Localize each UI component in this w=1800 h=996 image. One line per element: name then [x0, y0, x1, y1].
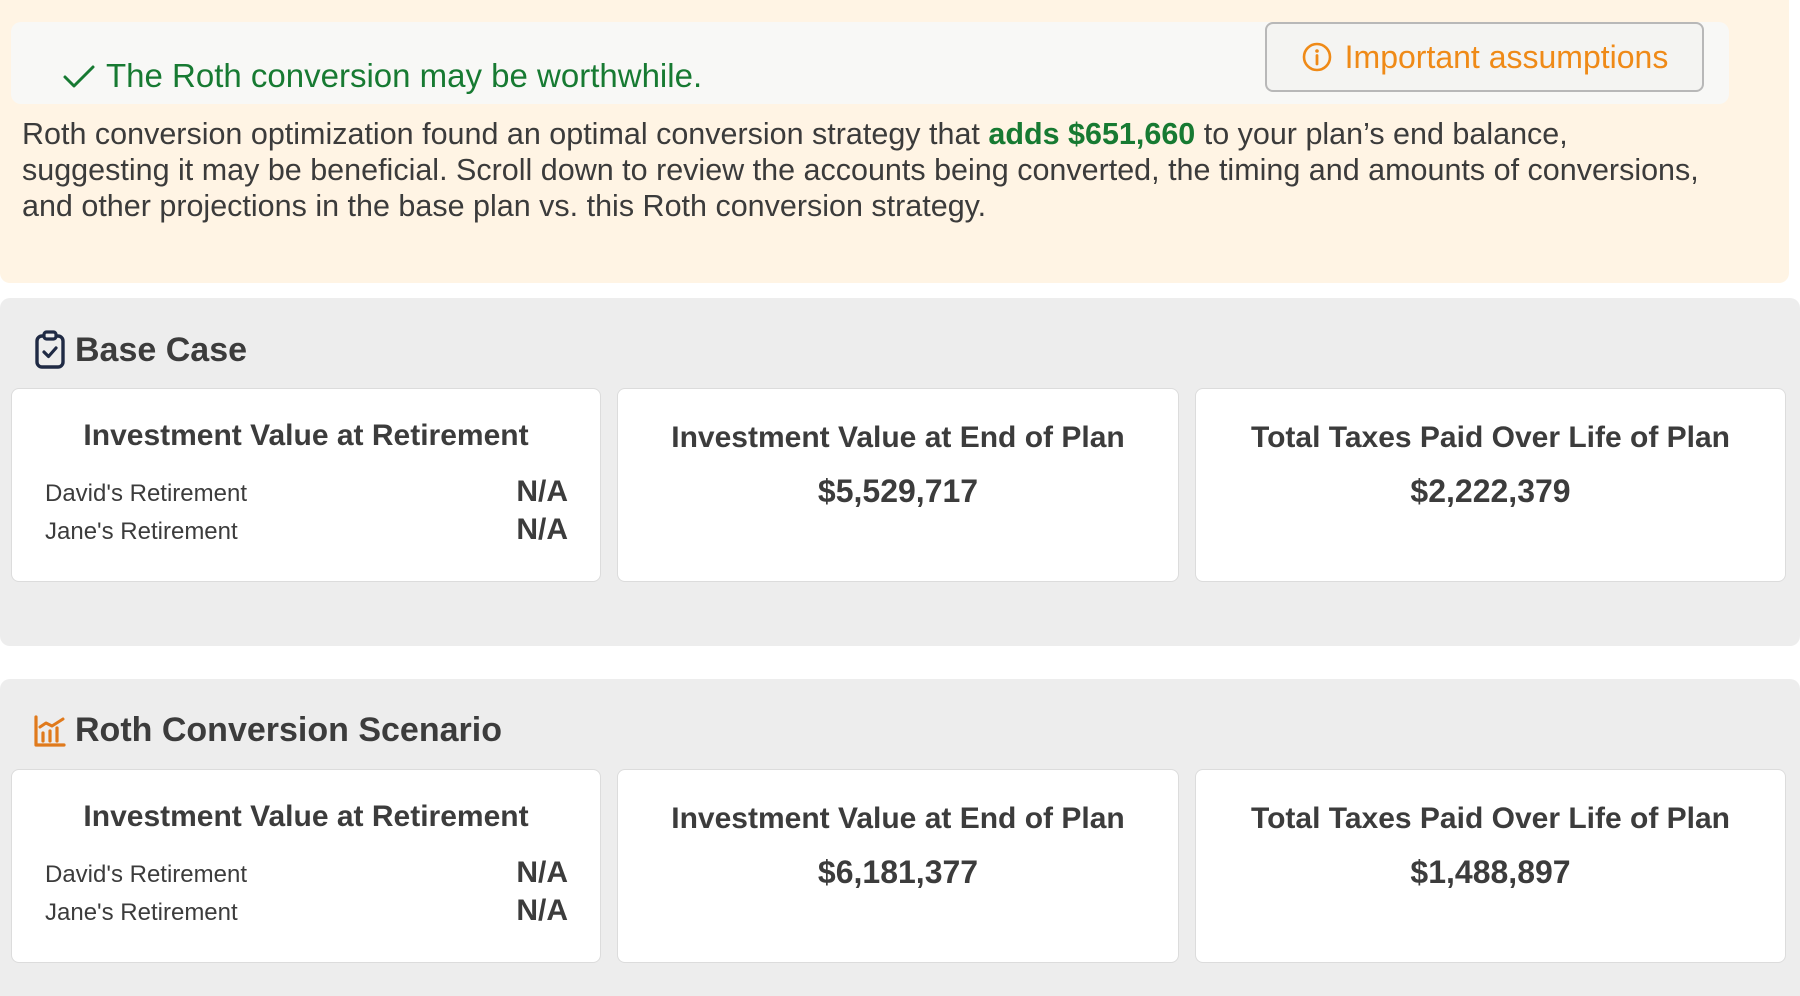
base-david-retirement-row: David's Retirement N/A	[45, 475, 568, 509]
roth-end-of-plan-title: Investment Value at End of Plan	[671, 802, 1125, 835]
roth-retirement-value-title: Investment Value at Retirement	[83, 800, 529, 833]
base-case-title: Base Case	[75, 330, 248, 369]
base-retirement-value-card: Investment Value at Retirement David's R…	[11, 388, 601, 582]
important-assumptions-label: Important assumptions	[1344, 38, 1669, 75]
roth-total-taxes-title: Total Taxes Paid Over Life of Plan	[1250, 802, 1731, 835]
david-retirement-value: N/A	[516, 475, 568, 508]
base-total-taxes-value: $2,222,379	[1410, 473, 1571, 509]
jane-retirement-value: N/A	[516, 894, 568, 927]
jane-retirement-label: Jane's Retirement	[45, 518, 238, 545]
base-retirement-value-title: Investment Value at Retirement	[83, 419, 529, 452]
base-total-taxes-title: Total Taxes Paid Over Life of Plan	[1250, 421, 1731, 454]
base-end-of-plan-value: $5,529,717	[817, 473, 979, 509]
result-gain-amount: adds $651,660	[988, 117, 1196, 151]
jane-retirement-label: Jane's Retirement	[45, 899, 238, 926]
result-title: The Roth conversion may be worthwhile.	[62, 56, 702, 96]
roth-end-of-plan-card: Investment Value at End of Plan $6,181,3…	[617, 769, 1179, 963]
result-description-start: Roth conversion optimization found an op…	[22, 117, 989, 151]
david-retirement-label: David's Retirement	[45, 480, 247, 507]
roth-end-of-plan-value: $6,181,377	[817, 854, 979, 890]
roth-total-taxes-value: $1,488,897	[1410, 854, 1571, 890]
roth-david-retirement-row: David's Retirement N/A	[45, 856, 568, 890]
roth-scenario-section: Roth Conversion Scenario Investment Valu…	[0, 679, 1800, 996]
roth-scenario-title: Roth Conversion Scenario	[75, 711, 502, 749]
result-title-text: The Roth conversion may be worthwhile.	[106, 57, 703, 94]
david-retirement-value: N/A	[516, 856, 568, 889]
checkmark-icon	[62, 61, 96, 91]
base-jane-retirement-row: Jane's Retirement N/A	[45, 513, 568, 547]
clipboard-check-icon	[33, 330, 67, 370]
result-description: Roth conversion optimization found an op…	[22, 116, 1722, 224]
roth-total-taxes-card: Total Taxes Paid Over Life of Plan $1,48…	[1195, 769, 1786, 963]
david-retirement-label: David's Retirement	[45, 861, 247, 888]
roth-retirement-value-card: Investment Value at Retirement David's R…	[11, 769, 601, 963]
roth-scenario-header: Roth Conversion Scenario	[33, 711, 502, 750]
chart-growth-icon	[33, 714, 67, 748]
base-case-section: Base Case Investment Value at Retirement…	[0, 298, 1800, 646]
info-icon	[1301, 41, 1333, 73]
roth-jane-retirement-row: Jane's Retirement N/A	[45, 894, 568, 928]
base-end-of-plan-card: Investment Value at End of Plan $5,529,7…	[617, 388, 1179, 582]
result-banner: The Roth conversion may be worthwhile. I…	[0, 0, 1789, 283]
base-case-header: Base Case	[33, 330, 247, 370]
base-total-taxes-card: Total Taxes Paid Over Life of Plan $2,22…	[1195, 388, 1786, 582]
jane-retirement-value: N/A	[516, 513, 568, 546]
base-end-of-plan-title: Investment Value at End of Plan	[671, 421, 1125, 454]
important-assumptions-button[interactable]: Important assumptions	[1265, 22, 1704, 92]
